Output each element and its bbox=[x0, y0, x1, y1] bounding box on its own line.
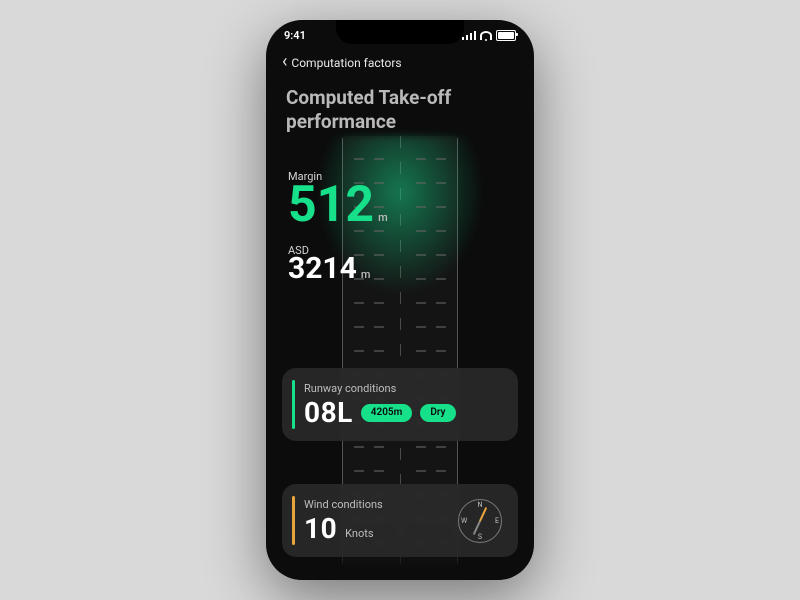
card-accent bbox=[292, 380, 295, 429]
runway-state-pill: Dry bbox=[420, 404, 455, 422]
compass-e: E bbox=[495, 517, 499, 525]
notch bbox=[336, 20, 464, 44]
wind-value: 10 bbox=[304, 515, 337, 543]
back-button[interactable]: ‹ Computation factors bbox=[282, 54, 402, 72]
status-time: 9:41 bbox=[284, 29, 306, 42]
margin-unit: m bbox=[378, 211, 388, 224]
margin-value: 512 bbox=[288, 180, 374, 230]
runway-id: 08L bbox=[304, 399, 353, 427]
wind-conditions-card[interactable]: Wind conditions 10 Knots N S E W bbox=[282, 484, 518, 557]
phone-frame: 9:41 ‹ Computation factors Computed Take… bbox=[266, 20, 534, 580]
compass-w: W bbox=[461, 517, 467, 525]
compass-needle bbox=[473, 506, 487, 534]
card-accent bbox=[292, 496, 295, 545]
compass-icon: N S E W bbox=[458, 499, 502, 543]
wifi-icon bbox=[480, 31, 492, 40]
metrics-block: Margin 512 m ASD 3214 m bbox=[288, 170, 388, 284]
runway-length-pill: 4205m bbox=[361, 404, 413, 422]
back-label: Computation factors bbox=[291, 56, 401, 70]
margin-value-row: 512 m bbox=[288, 180, 388, 230]
status-icons bbox=[462, 30, 516, 41]
chevron-left-icon: ‹ bbox=[282, 53, 287, 71]
asd-unit: m bbox=[361, 268, 371, 281]
asd-value: 3214 bbox=[288, 254, 357, 284]
battery-icon bbox=[496, 30, 516, 41]
signal-icon bbox=[462, 31, 476, 40]
runway-conditions-card[interactable]: Runway conditions 08L 4205m Dry bbox=[282, 368, 518, 441]
compass-n: N bbox=[478, 501, 483, 509]
runway-card-label: Runway conditions bbox=[304, 382, 504, 395]
page-title: Computed Take-off performance bbox=[286, 86, 514, 134]
compass-s: S bbox=[478, 533, 482, 541]
wind-unit: Knots bbox=[345, 527, 373, 540]
asd-value-row: 3214 m bbox=[288, 254, 388, 284]
